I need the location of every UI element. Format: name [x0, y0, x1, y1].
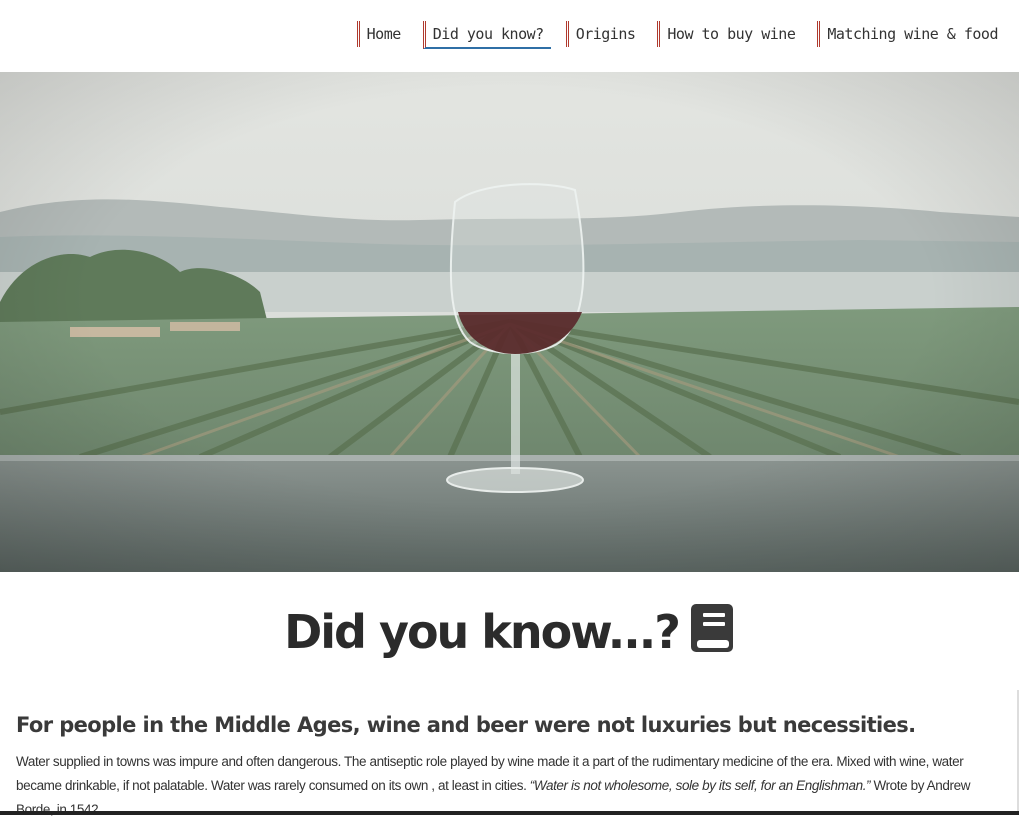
top-navigation-bar: Home Did you know? Origins How to buy wi… [0, 0, 1019, 72]
hero-image [0, 72, 1019, 572]
nav-item-matching-wine-food[interactable]: Matching wine & food [817, 21, 1005, 47]
nav-item-origins[interactable]: Origins [565, 21, 643, 47]
nav-item-how-to-buy-wine[interactable]: How to buy wine [657, 21, 802, 47]
main-nav: Home Did you know? Origins How to buy wi… [342, 21, 1005, 49]
nav-item-did-you-know[interactable]: Did you know? [422, 21, 551, 49]
section-subtitle: For people in the Middle Ages, wine and … [16, 713, 916, 737]
wine-glass-vineyard-image [0, 72, 1019, 572]
section-title-text: Did you know...? [284, 605, 681, 659]
nav-item-home[interactable]: Home [356, 21, 408, 47]
quote-text: “Water is not wholesome, sole by its sel… [529, 778, 871, 793]
bottom-edge-bar [0, 811, 1019, 815]
section-title: Did you know...? [0, 598, 1019, 672]
book-icon [689, 602, 735, 672]
